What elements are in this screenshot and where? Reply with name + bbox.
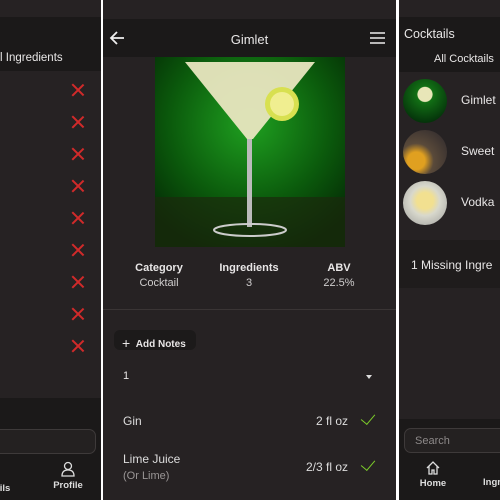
check-icon (360, 409, 376, 426)
ingredient-note: (Or Lime) (123, 470, 170, 482)
tab-home[interactable]: Home (417, 461, 449, 489)
remove-icon[interactable] (71, 115, 85, 129)
ingredient-name[interactable]: Lime Juice (123, 452, 180, 466)
remove-icon[interactable] (71, 147, 85, 161)
tab-ingredients[interactable]: Ingr (483, 477, 500, 488)
cocktail-thumbnail (403, 79, 447, 123)
add-notes-label: Add Notes (135, 339, 186, 350)
stat-category: Category Cocktail (135, 262, 183, 289)
remove-icon[interactable] (71, 307, 85, 321)
remove-icon[interactable] (71, 243, 85, 257)
panel-title: Cocktails (404, 27, 455, 41)
tab-profile-label: Profile (53, 480, 83, 491)
item-name: Sweet (461, 144, 495, 158)
missing-section[interactable]: 1 Missing Ingre (399, 240, 500, 288)
home-icon (426, 461, 440, 475)
tab-home-label: Home (419, 478, 447, 489)
ingredient-name[interactable]: Gin (123, 414, 142, 428)
cocktail-detail: Gimlet Category Cocktail Ingredients 3 ABV… (103, 0, 396, 500)
search-input[interactable] (0, 429, 96, 454)
plus-icon: + (122, 335, 131, 351)
remove-icon[interactable] (71, 179, 85, 193)
item-name: Gimlet (461, 93, 496, 107)
profile-icon (61, 461, 75, 477)
ingredient-amount: 2 fl oz (315, 414, 348, 428)
tab-all-ingredients[interactable]: l Ingredients (0, 52, 63, 64)
cocktail-image (155, 57, 345, 247)
remove-icon[interactable] (71, 275, 85, 289)
ingredients-header: l Ingredients (0, 17, 101, 71)
tab-profile[interactable]: Profile (48, 461, 88, 491)
stat-ingredients: Ingredients 3 (219, 262, 279, 289)
cocktails-header: Cocktails All Cocktails (399, 17, 500, 72)
stat-abv: ABV 22.5% (323, 262, 355, 289)
search-input[interactable]: Search (404, 428, 500, 453)
servings-select[interactable]: 1 (123, 370, 129, 382)
remove-icon[interactable] (71, 339, 85, 353)
tab-cocktails[interactable]: ils (0, 483, 20, 494)
dropdown-arrow-icon[interactable] (366, 375, 372, 379)
add-notes-button[interactable]: + Add Notes (114, 330, 196, 351)
page-title: Gimlet (230, 32, 269, 47)
check-icon (360, 455, 376, 472)
divider (103, 309, 396, 310)
missing-label: 1 Missing Ingre (411, 258, 493, 272)
ingredient-amount: 2/3 fl oz (305, 460, 348, 474)
cocktail-thumbnail (403, 130, 447, 174)
item-name: Vodka (461, 195, 495, 209)
menu-icon[interactable] (370, 32, 385, 44)
ingredients-panel: l Ingredients ils Profile (0, 0, 101, 500)
bottom-bar: ils Profile (0, 398, 101, 500)
remove-icon[interactable] (71, 83, 85, 97)
cocktail-thumbnail (403, 181, 447, 225)
detail-header: Gimlet (103, 19, 396, 57)
list-item[interactable]: Sweet (403, 130, 500, 174)
remove-icon[interactable] (71, 211, 85, 225)
cocktails-panel: Cocktails All Cocktails Gimlet Sweet Vod… (399, 0, 500, 500)
list-item[interactable]: Gimlet (403, 79, 500, 123)
list-item[interactable]: Vodka (403, 181, 500, 225)
bottom-bar: Search Home Ingr (399, 419, 500, 500)
tab-all-cocktails[interactable]: All Cocktails (434, 53, 494, 65)
